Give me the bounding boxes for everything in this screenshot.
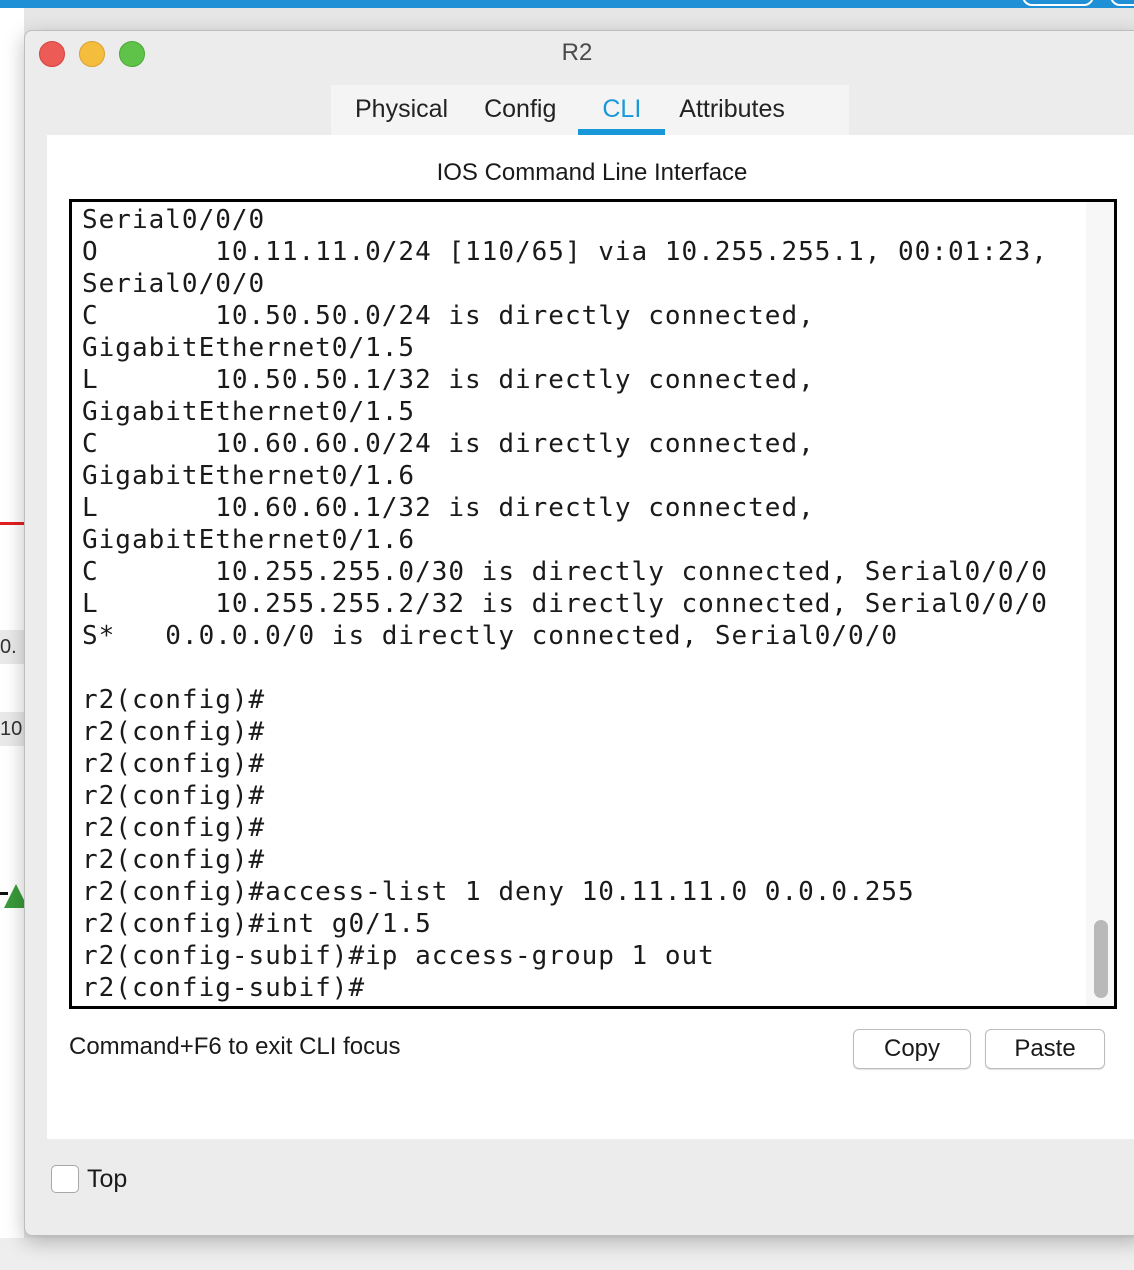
background-workspace [0, 1238, 1134, 1270]
terminal-line: Serial0/0/0 [82, 205, 266, 235]
tab-bar: Physical Config CLI Attributes [331, 85, 849, 135]
panel-title: IOS Command Line Interface [436, 159, 748, 186]
device-window: R2 Physical Config CLI Attributes IOS Co… [24, 30, 1134, 1236]
top-checkbox[interactable] [51, 1165, 79, 1193]
window-titlebar[interactable]: R2 [25, 31, 1134, 75]
background-address-label: 0. [0, 630, 26, 664]
cli-focus-hint: Command+F6 to exit CLI focus [69, 1033, 401, 1060]
terminal-line: r2(config)# [82, 717, 266, 747]
terminal-line: r2(config)# [82, 781, 266, 811]
tab-config[interactable]: Config [470, 85, 570, 135]
terminal-scrollbar[interactable] [1086, 202, 1114, 1006]
terminal-line: r2(config-subif)#ip access-group 1 out [82, 941, 715, 971]
terminal-line: C 10.255.255.0/30 is directly connected,… [82, 557, 1048, 587]
terminal-line: C 10.50.50.0/24 is directly connected, [82, 301, 815, 331]
terminal-line: r2(config)# [82, 813, 266, 843]
cli-terminal[interactable]: Serial0/0/0 O 10.11.11.0/24 [110/65] via … [69, 199, 1117, 1009]
tab-physical[interactable]: Physical [341, 85, 462, 135]
terminal-line: r2(config)#int g0/1.5 [82, 909, 432, 939]
terminal-line: GigabitEthernet0/1.6 [82, 525, 416, 555]
tab-cli[interactable]: CLI [578, 85, 666, 135]
terminal-line: L 10.255.255.2/32 is directly connected,… [82, 589, 1048, 619]
cli-panel: IOS Command Line Interface Serial0/0/0 O … [47, 135, 1134, 1139]
terminal-line: S* 0.0.0.0/0 is directly connected, Seri… [82, 621, 899, 651]
terminal-line: C 10.60.60.0/24 is directly connected, [82, 429, 815, 459]
background-app-toolbar [0, 0, 1134, 8]
terminal-line: r2(config)# [82, 845, 266, 875]
terminal-line: r2(config)# [82, 685, 266, 715]
top-checkbox-label: Top [87, 1165, 128, 1193]
background-address-label: 10 [0, 712, 26, 746]
background-link-line [0, 522, 24, 525]
terminal-line: GigabitEthernet0/1.5 [82, 333, 416, 363]
terminal-line: L 10.60.60.1/32 is directly connected, [82, 493, 815, 523]
terminal-line: r2(config)# [82, 749, 266, 779]
terminal-output: Serial0/0/0 O 10.11.11.0/24 [110/65] via … [82, 204, 1082, 1004]
terminal-line: GigabitEthernet0/1.6 [82, 461, 416, 491]
paste-button[interactable]: Paste [985, 1029, 1105, 1069]
scrollbar-thumb[interactable] [1094, 920, 1108, 998]
terminal-line: r2(config-subif)# [82, 973, 366, 1003]
terminal-line: Serial0/0/0 [82, 269, 266, 299]
terminal-line: O 10.11.11.0/24 [110/65] via 10.255.255.… [82, 237, 1048, 267]
window-title: R2 [561, 39, 593, 66]
background-toolbar-control [1022, 0, 1094, 6]
tab-attributes[interactable]: Attributes [665, 85, 799, 135]
terminal-line: GigabitEthernet0/1.5 [82, 397, 416, 427]
copy-button[interactable]: Copy [853, 1029, 971, 1069]
terminal-line: r2(config)#access-list 1 deny 10.11.11.0… [82, 877, 915, 907]
terminal-line: L 10.50.50.1/32 is directly connected, [82, 365, 815, 395]
